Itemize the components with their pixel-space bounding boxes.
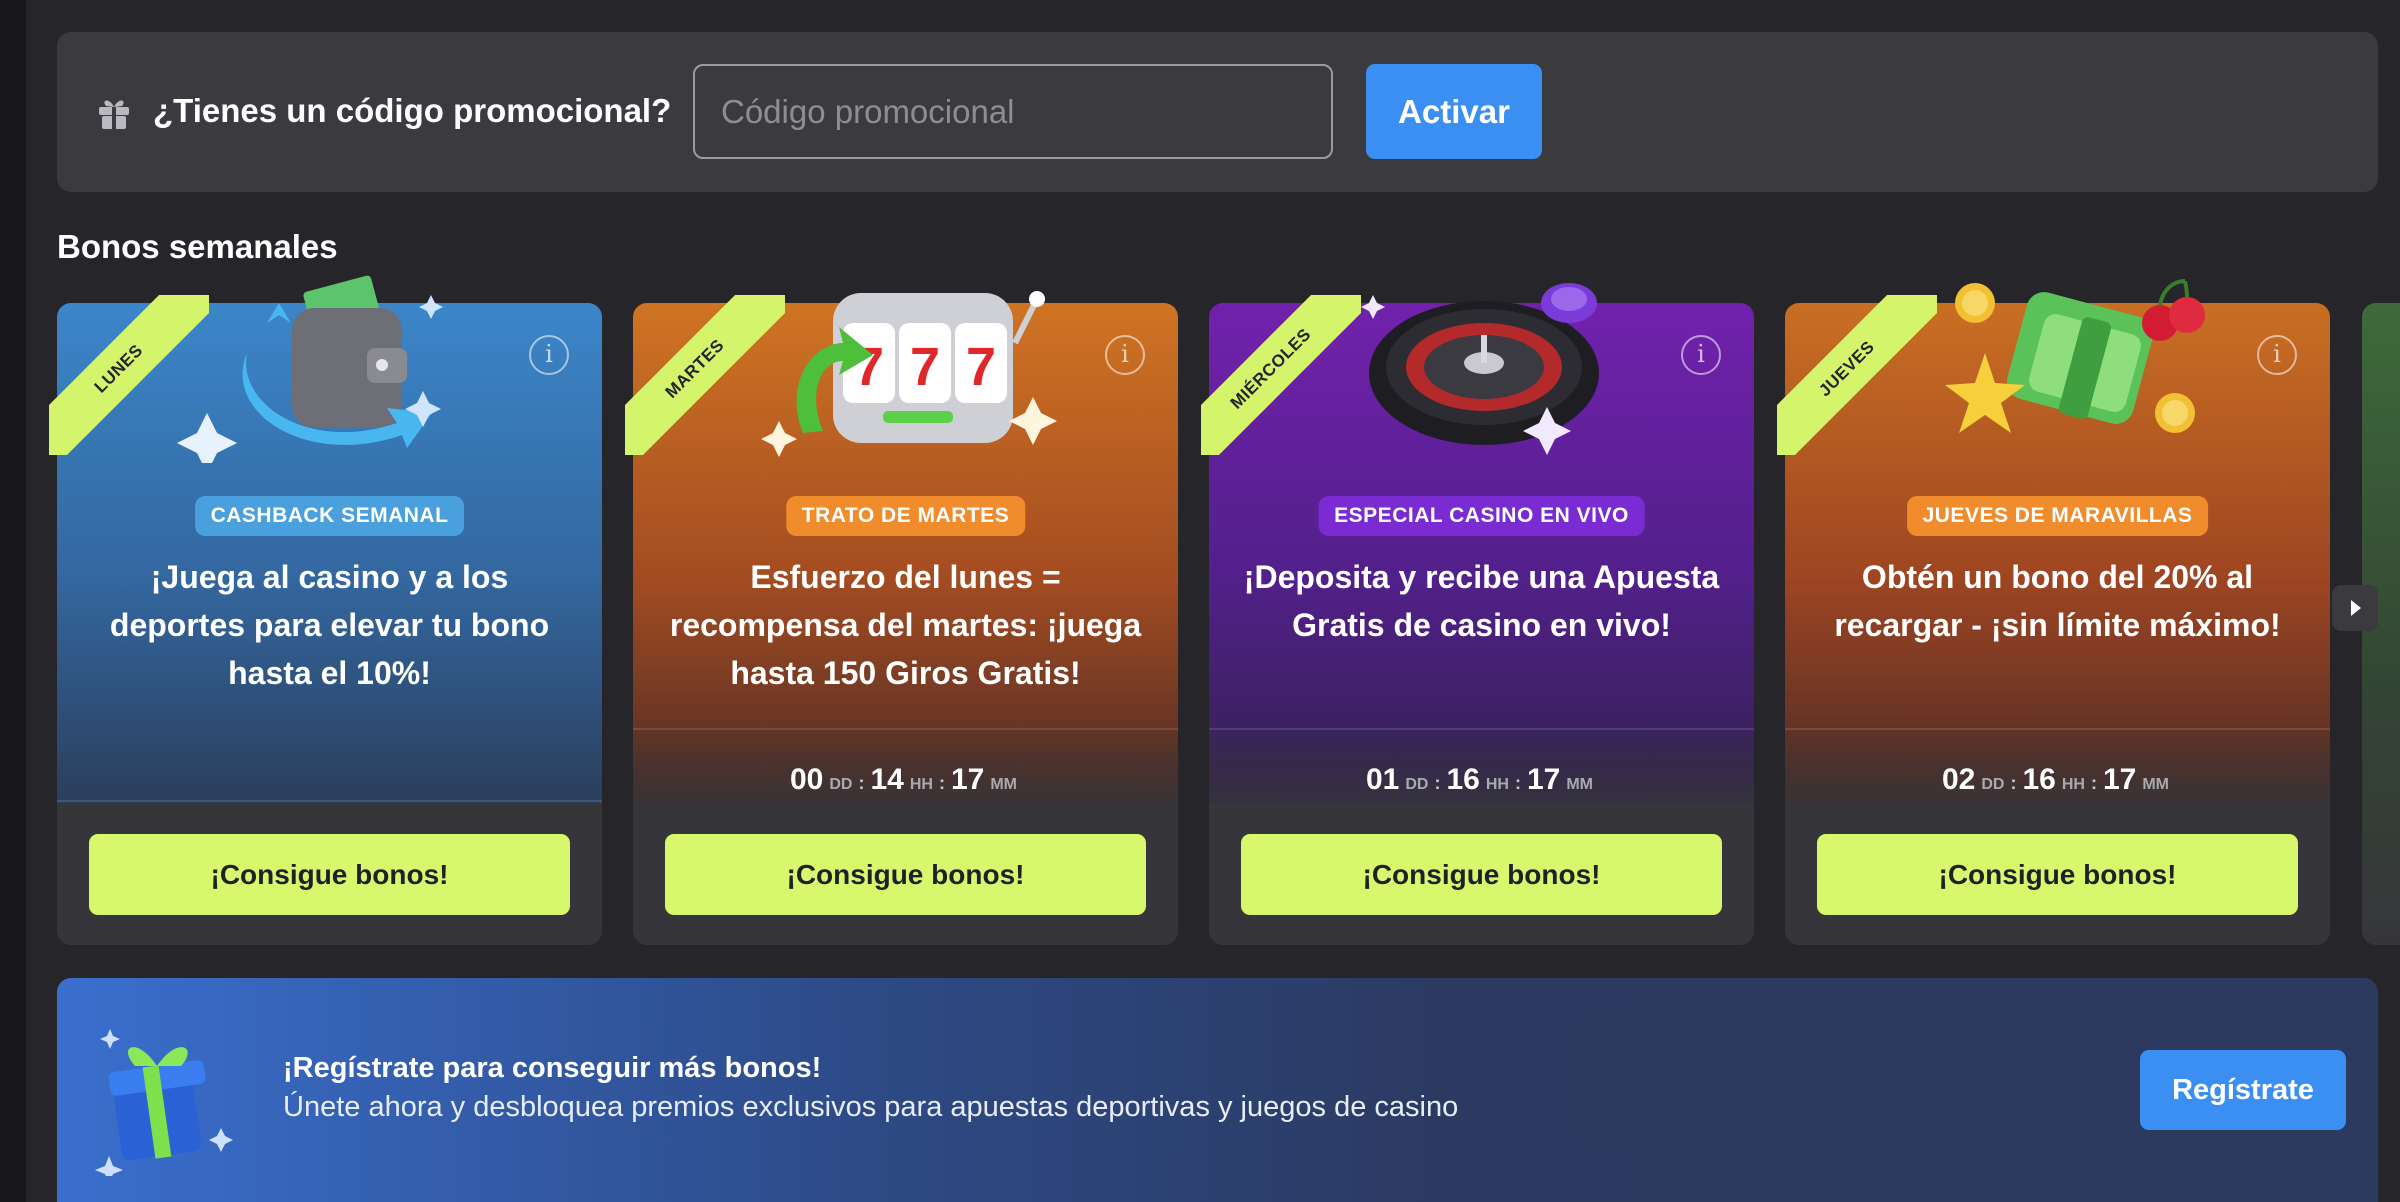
bonus-description: ¡Juega al casino y a los deportes para e… xyxy=(109,559,550,691)
bonus-badge: CASHBACK SEMANAL xyxy=(194,496,465,536)
slot-machine-777-icon: 7 7 7 xyxy=(761,291,1057,457)
weekly-bonus-carousel: LUNES i CASHBACK SEMANAL ¡Juega al casin… xyxy=(49,275,2400,947)
bonus-badge: ESPECIAL CASINO EN VIVO xyxy=(1318,496,1645,536)
activate-button[interactable]: Activar xyxy=(1366,64,1542,159)
svg-text:7: 7 xyxy=(910,337,940,397)
bonus-badge: JUEVES DE MARAVILLAS xyxy=(1906,496,2209,536)
separator: : xyxy=(2010,773,2017,793)
bonus-card-thursday: JUEVES i JUEVES DE MARAVILLAS Obtén un b… xyxy=(1777,279,2330,945)
days-unit: DD xyxy=(1981,776,2005,793)
hours-unit: HH xyxy=(909,776,933,793)
promo-question-label: ¿Tienes un código promocional? xyxy=(153,92,672,129)
card-divider xyxy=(1209,728,1754,730)
countdown-hours: 16 xyxy=(2022,763,2056,796)
minutes-unit: MM xyxy=(1566,776,1593,793)
countdown-minutes: 17 xyxy=(950,763,985,796)
gift-box-icon xyxy=(95,1029,233,1176)
cash-stack-cherries-icon xyxy=(1945,279,2205,433)
register-subtitle: Únete ahora y desbloquea premios exclusi… xyxy=(283,1091,1459,1123)
bonus-description: ¡Deposita y recibe una Apuesta Gratis de… xyxy=(1243,559,1720,643)
info-icon[interactable]: i xyxy=(1105,335,1145,375)
card-divider xyxy=(633,728,1178,730)
days-unit: DD xyxy=(1405,776,1429,793)
promo-code-bar: ¿Tienes un código promocional? Activar xyxy=(57,32,2378,192)
bonus-card-tuesday: MARTES 7 7 7 i TRATO DE MARTES Esfuerzo … xyxy=(625,291,1178,945)
chevron-right-icon xyxy=(2351,600,2361,616)
countdown-days: 01 xyxy=(1366,763,1400,796)
get-bonus-button[interactable]: ¡Consigue bonos! xyxy=(1241,834,1722,915)
separator: : xyxy=(2090,773,2097,793)
bonus-card-wednesday: MIÉRCOLES i ESPECIAL CASINO EN VIVO ¡Dep… xyxy=(1201,283,1754,945)
bonus-description: Obtén un bono del 20% al recargar - ¡sin… xyxy=(1834,559,2281,643)
gift-icon xyxy=(99,100,129,129)
countdown-timer: 02 DD:16 HH:17 MM xyxy=(1785,763,2330,797)
countdown-minutes: 17 xyxy=(2102,763,2137,796)
roulette-wheel-icon xyxy=(1361,283,1599,455)
countdown-timer: 00 DD:14 HH:17 MM xyxy=(633,763,1178,797)
minutes-unit: MM xyxy=(2142,776,2169,793)
carousel-next-button[interactable] xyxy=(2332,585,2378,631)
countdown-hours: 14 xyxy=(870,763,904,796)
bonus-badge: TRATO DE MARTES xyxy=(785,496,1026,536)
hours-unit: HH xyxy=(1485,776,1509,793)
info-icon[interactable]: i xyxy=(1681,335,1721,375)
left-edge-strip xyxy=(0,0,26,1202)
countdown-minutes: 17 xyxy=(1526,763,1561,796)
separator: : xyxy=(1514,773,1521,793)
register-banner: ¡Regístrate para conseguir más bonos! Ún… xyxy=(57,978,2378,1202)
countdown-days: 00 xyxy=(790,763,824,796)
countdown-timer: 01 DD:16 HH:17 MM xyxy=(1209,763,1754,797)
weekly-bonuses-heading: Bonos semanales xyxy=(57,228,338,265)
separator: : xyxy=(858,773,865,793)
days-unit: DD xyxy=(829,776,853,793)
register-button[interactable]: Regístrate xyxy=(2140,1050,2346,1130)
get-bonus-button[interactable]: ¡Consigue bonos! xyxy=(1817,834,2298,915)
info-icon[interactable]: i xyxy=(2257,335,2297,375)
separator: : xyxy=(1434,773,1441,793)
separator: : xyxy=(938,773,945,793)
get-bonus-button[interactable]: ¡Consigue bonos! xyxy=(665,834,1146,915)
countdown-hours: 16 xyxy=(1446,763,1480,796)
info-icon[interactable]: i xyxy=(529,335,569,375)
svg-text:7: 7 xyxy=(966,337,996,397)
get-bonus-button[interactable]: ¡Consigue bonos! xyxy=(89,834,570,915)
bonus-card-monday: LUNES i CASHBACK SEMANAL ¡Juega al casin… xyxy=(49,275,602,945)
wallet-cashback-icon xyxy=(177,275,443,463)
bonus-description: Esfuerzo del lunes = recompensa del mart… xyxy=(669,559,1142,691)
register-title: ¡Regístrate para conseguir más bonos! xyxy=(283,1052,822,1084)
card-divider xyxy=(1785,728,2330,730)
promo-code-input[interactable] xyxy=(693,64,1333,159)
countdown-days: 02 xyxy=(1942,763,1976,796)
hours-unit: HH xyxy=(2061,776,2085,793)
minutes-unit: MM xyxy=(990,776,1017,793)
card-divider xyxy=(57,800,602,802)
